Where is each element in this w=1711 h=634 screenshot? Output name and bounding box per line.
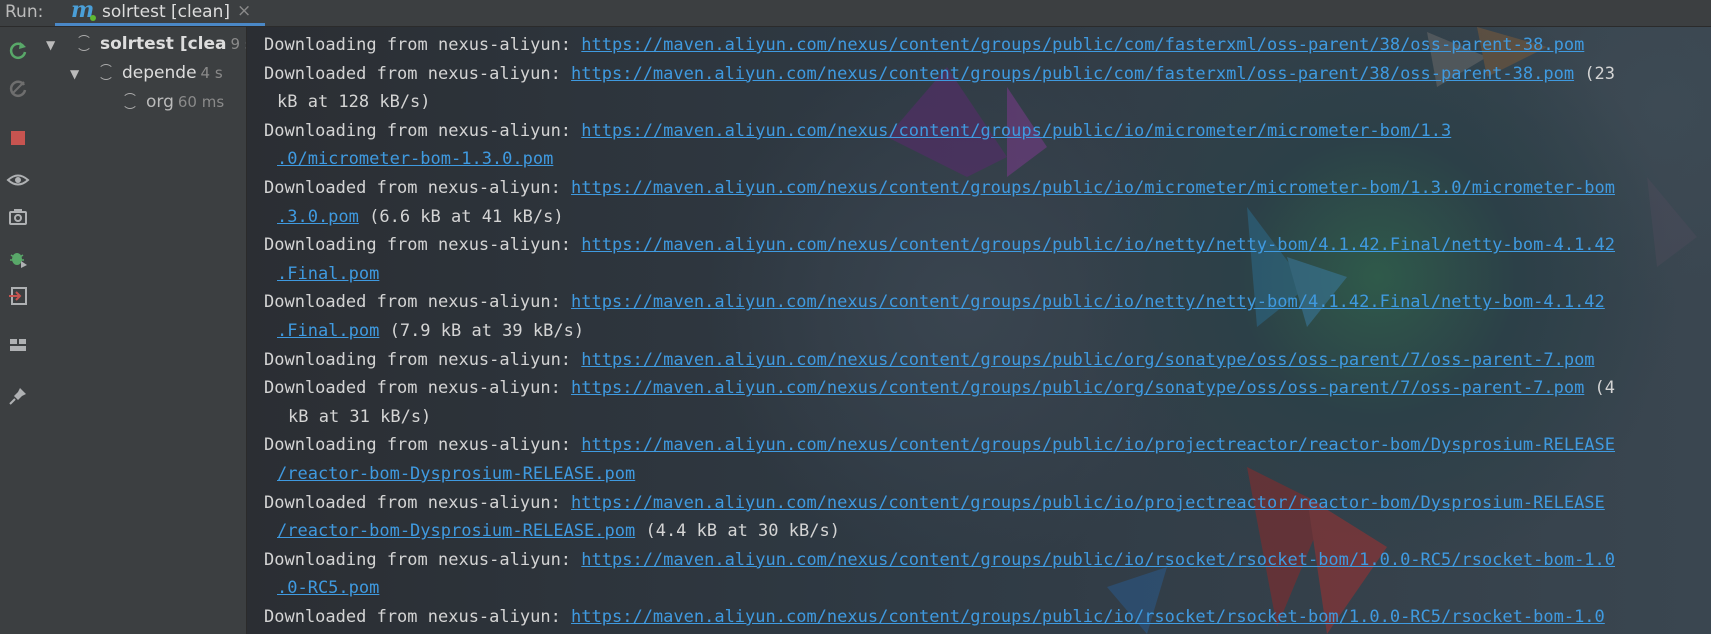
debug-icon[interactable] bbox=[5, 245, 31, 271]
line-text: Downloading from nexus-aliyun: bbox=[264, 35, 582, 55]
artifact-link[interactable]: https://maven.aliyun.com/nexus/content/g… bbox=[581, 550, 1615, 570]
tree-node-time: 4 s bbox=[200, 64, 223, 82]
console-line: Downloading from nexus-aliyun: https://m… bbox=[264, 346, 1711, 375]
tree-node-time: 9 s bbox=[230, 35, 246, 53]
line-suffix: (23 bbox=[1574, 63, 1616, 84]
line-text: Downloaded from nexus-aliyun: bbox=[264, 63, 572, 84]
artifact-link[interactable]: https://maven.aliyun.com/nexus/content/g… bbox=[571, 493, 1605, 513]
layout-icon[interactable] bbox=[5, 332, 31, 358]
run-toolwindow-header: Run: m solrtest [clean] × bbox=[0, 0, 1711, 27]
tab-title: solrtest [clean] bbox=[102, 2, 231, 22]
console-line: .Final.pom bbox=[264, 260, 1711, 289]
console-line: Downloading from nexus-aliyun: https://m… bbox=[264, 431, 1711, 460]
spinner-icon bbox=[98, 64, 114, 80]
console-line: .Final.pom (7.9 kB at 39 kB/s) bbox=[264, 317, 1711, 346]
line-suffix: (4 bbox=[1584, 378, 1616, 399]
artifact-link[interactable]: https://maven.aliyun.com/nexus/content/g… bbox=[581, 121, 1451, 141]
console-line: /reactor-bom-Dysprosium-RELEASE.pom bbox=[264, 460, 1711, 489]
expand-arrow-icon[interactable]: ▼ bbox=[70, 63, 84, 85]
line-suffix: (4.4 kB at 30 kB/s) bbox=[635, 521, 840, 542]
line-text: kB at 128 kB/s) bbox=[277, 92, 431, 113]
console-line: Downloaded from nexus-aliyun: https://ma… bbox=[264, 174, 1711, 203]
artifact-link[interactable]: .Final.pom bbox=[277, 321, 379, 341]
artifact-link[interactable]: .0/micrometer-bom-1.3.0.pom bbox=[277, 149, 553, 169]
console-line: Downloading from nexus-aliyun: https://m… bbox=[264, 117, 1711, 146]
artifact-link[interactable]: https://maven.aliyun.com/nexus/content/g… bbox=[581, 350, 1594, 370]
expand-arrow-icon[interactable]: ▼ bbox=[46, 34, 60, 56]
console-output[interactable]: Downloading from nexus-aliyun: https://m… bbox=[247, 27, 1711, 634]
console-line: /reactor-bom-Dysprosium-RELEASE.pom (4.4… bbox=[264, 517, 1711, 546]
tab-close-button[interactable]: × bbox=[237, 1, 251, 21]
artifact-link[interactable]: https://maven.aliyun.com/nexus/content/g… bbox=[571, 64, 1574, 84]
import-icon[interactable] bbox=[5, 283, 31, 309]
console-line: kB at 128 kB/s) bbox=[264, 88, 1711, 117]
artifact-link[interactable]: https://maven.aliyun.com/nexus/content/g… bbox=[571, 378, 1584, 398]
console-line: .3.0.pom (6.6 kB at 41 kB/s) bbox=[264, 203, 1711, 232]
line-text: Downloaded from nexus-aliyun: bbox=[264, 292, 572, 313]
artifact-link[interactable]: .Final.pom bbox=[277, 264, 379, 284]
artifact-link[interactable]: .0-RC5.pom bbox=[277, 578, 379, 598]
line-suffix: (7.9 kB at 39 kB/s) bbox=[379, 320, 585, 341]
console-line: Downloading from nexus-aliyun: https://m… bbox=[264, 31, 1711, 60]
artifact-link[interactable]: /reactor-bom-Dysprosium-RELEASE.pom bbox=[277, 464, 635, 484]
tree-node-label: org bbox=[146, 92, 174, 112]
console-line: .0-RC5.pom bbox=[264, 574, 1711, 603]
console-line: Downloaded from nexus-aliyun: https://ma… bbox=[264, 489, 1711, 518]
spinner-icon bbox=[76, 35, 92, 51]
console-line: Downloading from nexus-aliyun: https://m… bbox=[264, 231, 1711, 260]
eye-icon[interactable] bbox=[5, 167, 31, 193]
tree-node-time: 60 ms bbox=[177, 93, 225, 111]
build-tree: ▼ solrtest [clea9 s ▼ depende4 s org60 ms bbox=[36, 27, 247, 634]
line-text: Downloading from nexus-aliyun: bbox=[264, 435, 582, 456]
artifact-link[interactable]: https://maven.aliyun.com/nexus/content/g… bbox=[571, 178, 1615, 198]
tree-node-solrtest[interactable]: ▼ solrtest [clea9 s bbox=[46, 33, 246, 56]
line-text: Downloading from nexus-aliyun: bbox=[264, 549, 582, 570]
console-line: Downloading from nexus-aliyun: https://m… bbox=[264, 546, 1711, 575]
artifact-link[interactable]: https://maven.aliyun.com/nexus/content/g… bbox=[581, 235, 1615, 255]
artifact-link[interactable]: /reactor-bom-Dysprosium-RELEASE.pom bbox=[277, 521, 635, 541]
spinner-icon bbox=[122, 93, 138, 109]
line-text: Downloading from nexus-aliyun: bbox=[264, 235, 582, 256]
running-indicator-icon bbox=[90, 15, 96, 21]
artifact-link[interactable]: https://maven.aliyun.com/nexus/content/g… bbox=[571, 607, 1605, 627]
console-line: Downloaded from nexus-aliyun: https://ma… bbox=[264, 60, 1711, 89]
toggle-icon[interactable] bbox=[5, 75, 31, 101]
tree-node-org[interactable]: org 60 ms bbox=[122, 91, 224, 113]
run-toolbar bbox=[0, 27, 36, 634]
line-suffix: (6.6 kB at 41 kB/s) bbox=[358, 206, 564, 227]
tree-node-dependencies[interactable]: ▼ depende 4 s bbox=[70, 62, 223, 84]
run-label: Run: bbox=[5, 2, 44, 22]
artifact-link[interactable]: https://maven.aliyun.com/nexus/content/g… bbox=[581, 435, 1615, 455]
tree-node-label: solrtest [clea bbox=[100, 34, 227, 54]
tree-node-label: depende bbox=[122, 63, 197, 83]
tab-solrtest-clean[interactable]: m solrtest [clean] × bbox=[55, 0, 265, 26]
rerun-icon[interactable] bbox=[5, 37, 31, 63]
artifact-link[interactable]: https://maven.aliyun.com/nexus/content/g… bbox=[581, 35, 1584, 55]
console-line: Downloaded from nexus-aliyun: https://ma… bbox=[264, 603, 1711, 632]
console-lines: Downloading from nexus-aliyun: https://m… bbox=[264, 31, 1711, 631]
line-text: Downloaded from nexus-aliyun: bbox=[264, 378, 572, 399]
pin-icon[interactable] bbox=[5, 383, 31, 409]
console-line: kB at 31 kB/s) bbox=[264, 403, 1711, 432]
line-text: Downloading from nexus-aliyun: bbox=[264, 120, 582, 141]
line-text: Downloaded from nexus-aliyun: bbox=[264, 492, 572, 513]
line-text: Downloaded from nexus-aliyun: bbox=[264, 606, 572, 627]
line-text: Downloading from nexus-aliyun: bbox=[264, 349, 582, 370]
console-line: Downloaded from nexus-aliyun: https://ma… bbox=[264, 374, 1711, 403]
line-text: kB at 31 kB/s) bbox=[288, 406, 432, 427]
artifact-link[interactable]: .3.0.pom bbox=[277, 207, 359, 227]
console-line: Downloaded from nexus-aliyun: https://ma… bbox=[264, 288, 1711, 317]
artifact-link[interactable]: https://maven.aliyun.com/nexus/content/g… bbox=[571, 292, 1605, 312]
line-text: Downloaded from nexus-aliyun: bbox=[264, 177, 572, 198]
console-line: .0/micrometer-bom-1.3.0.pom bbox=[264, 145, 1711, 174]
stop-icon[interactable] bbox=[5, 125, 31, 151]
camera-icon[interactable] bbox=[5, 204, 31, 230]
